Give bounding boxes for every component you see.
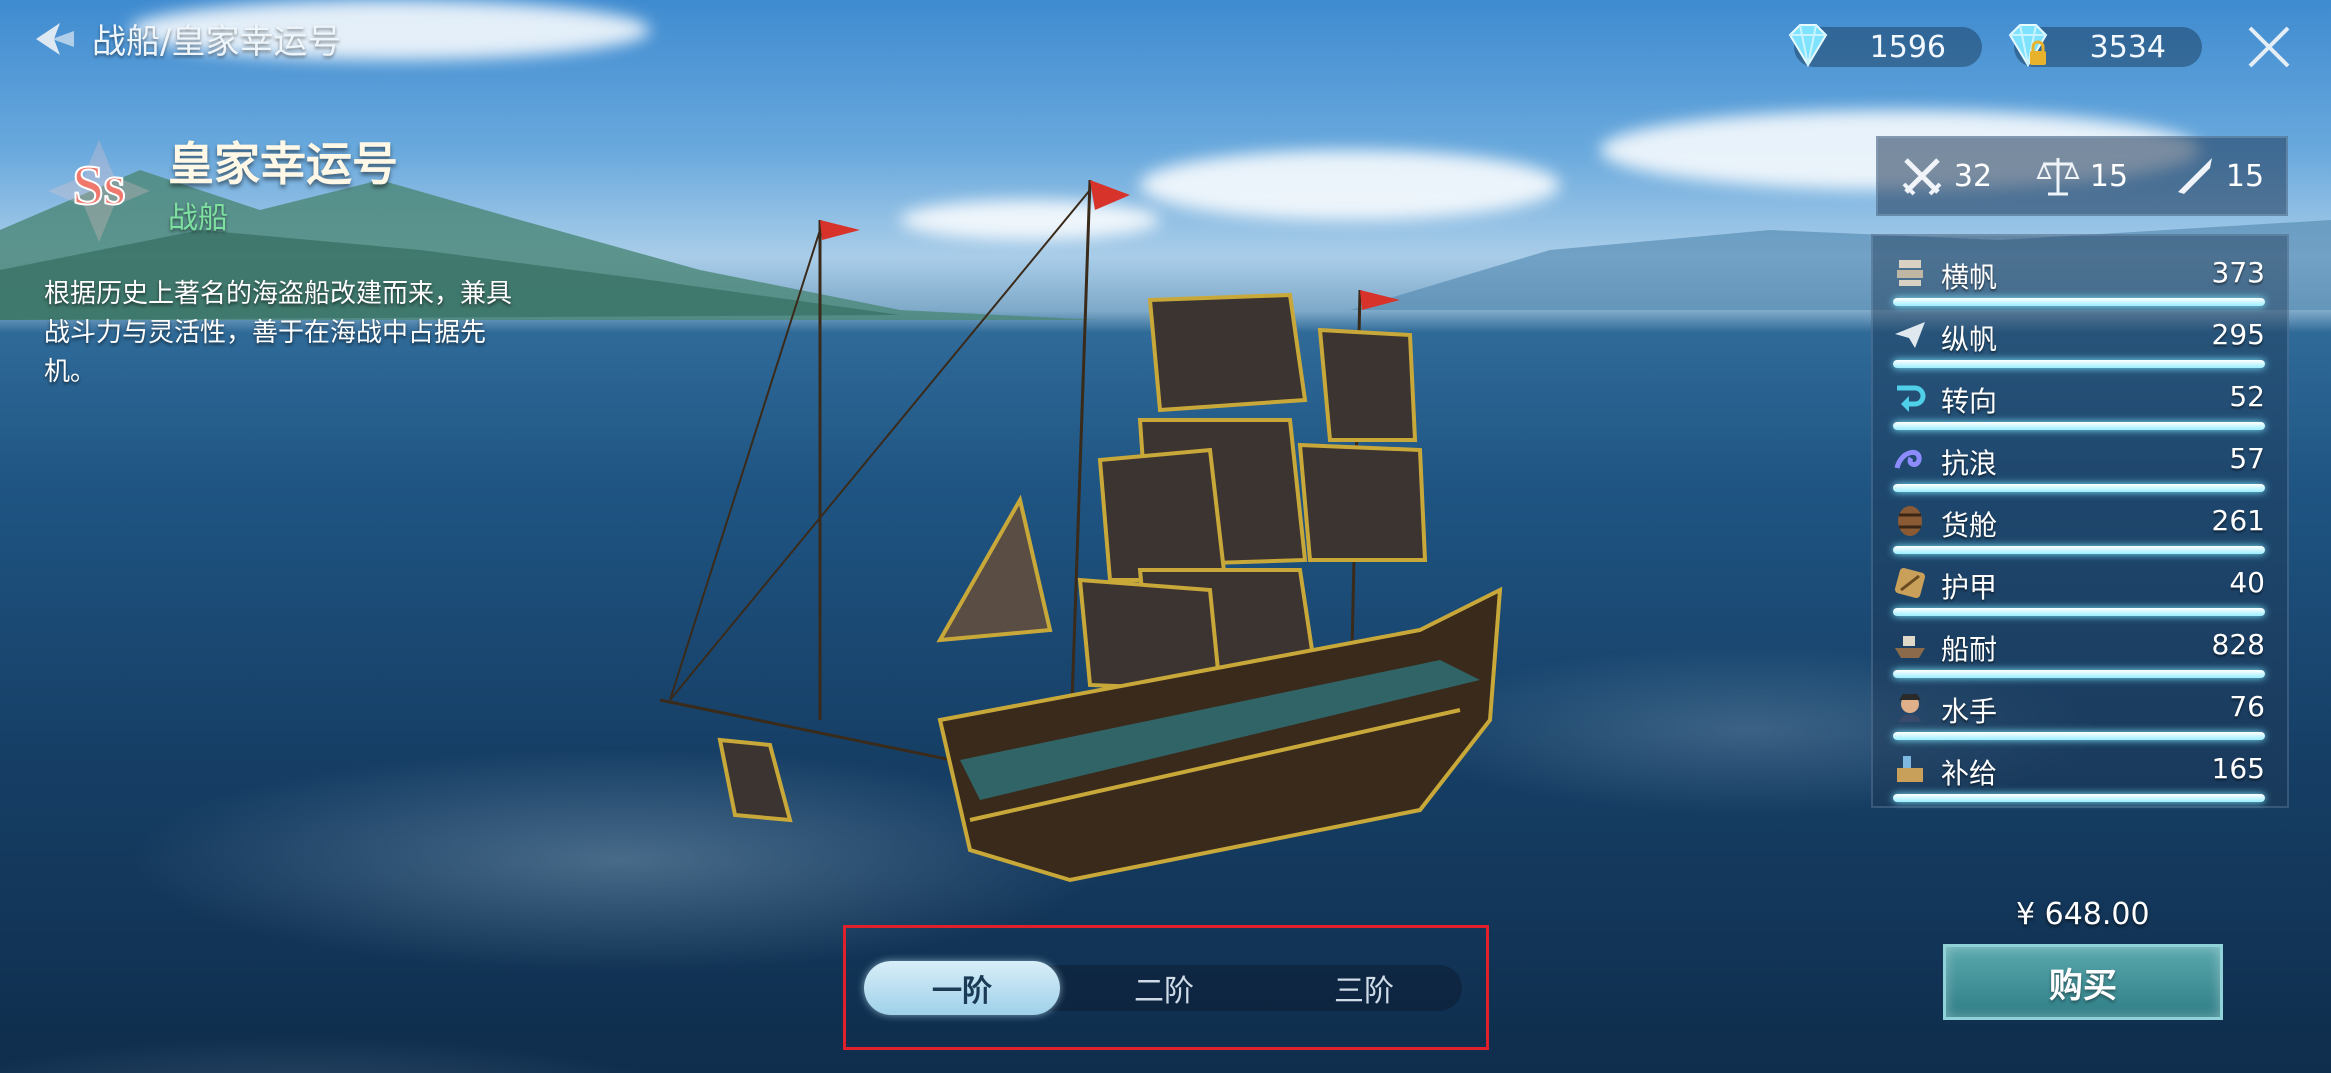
balance-stat: 15: [2036, 154, 2128, 198]
attribute-row: 转向 52: [1883, 370, 2281, 432]
price-label: ¥ 648.00: [2016, 897, 2150, 932]
attribute-row: 船耐 828: [1883, 618, 2281, 680]
back-button[interactable]: 战船/皇家幸运号: [30, 14, 341, 63]
attribute-bar: [1893, 732, 2265, 740]
attribute-row: 补给 165: [1883, 742, 2281, 804]
paper-plane-icon: [1895, 322, 1925, 348]
skill-stat: 15: [2172, 154, 2264, 198]
attribute-row: 货舱 261: [1883, 494, 2281, 556]
tier-track: 一阶 二阶 三阶: [864, 961, 1462, 1015]
ship-hull-icon: [1895, 636, 1925, 658]
tier-2-tab[interactable]: 二阶: [1066, 961, 1262, 1015]
rank-text: Ss: [73, 155, 126, 217]
attribute-row: 纵帆 295: [1883, 308, 2281, 370]
ship-model: [659, 179, 1503, 883]
balance-scale-icon: [2036, 158, 2080, 196]
attribute-bar: [1893, 298, 2265, 306]
attribute-bar: [1893, 360, 2265, 368]
attack-stat: 32: [1900, 154, 1992, 198]
tier-3-tab[interactable]: 三阶: [1266, 961, 1462, 1015]
supply-icon: [1897, 756, 1923, 782]
locked-diamond-icon: [2008, 24, 2048, 67]
balance-value: 15: [2089, 158, 2129, 194]
ship-description: 根据历史上著名的海盗船改建而来，兼具战斗力与灵活性，善于在海战中占据先机。: [44, 279, 513, 387]
tier-selector: 一阶 二阶 三阶: [843, 925, 1489, 1050]
skill-value: 15: [2225, 158, 2265, 194]
turn-arrow-icon: [1897, 385, 1926, 412]
summary-stats: 32 15 15: [1876, 136, 2288, 216]
crossed-swords-icon: [1902, 158, 1942, 196]
tier-1-tab[interactable]: 一阶: [864, 961, 1060, 1015]
attribute-bar: [1893, 794, 2265, 802]
breadcrumb: 战船/皇家幸运号: [92, 22, 342, 62]
attribute-bar: [1893, 484, 2265, 492]
attribute-bar: [1893, 670, 2265, 678]
attack-value: 32: [1953, 158, 1993, 194]
currency-locked-diamond: 3534: [2008, 24, 2202, 67]
ship-type: 战船: [168, 201, 228, 236]
quill-icon: [2177, 158, 2212, 194]
buy-button[interactable]: 购买: [1943, 944, 2223, 1020]
ship-name: 皇家幸运号: [168, 137, 398, 191]
attribute-row: 抗浪 57: [1883, 432, 2281, 494]
square-sail-icon: [1897, 260, 1923, 286]
wave-icon: [1894, 450, 1922, 469]
attribute-bar: [1893, 608, 2265, 616]
attribute-row: 水手 76: [1883, 680, 2281, 742]
rank-badge: Ss: [48, 140, 150, 242]
attribute-row: 护甲 40: [1883, 556, 2281, 618]
sailor-icon: [1899, 694, 1921, 722]
barrel-icon: [1898, 506, 1922, 536]
attribute-row: 横帆 373: [1883, 246, 2281, 308]
locked-diamond-count: 3534: [2089, 29, 2166, 65]
diamond-count: 1596: [1869, 29, 1946, 65]
attribute-bar: [1893, 422, 2265, 430]
attribute-list: 横帆 373 纵帆 295 转向 52 抗浪 57 货舱 261 护甲 40 船…: [1871, 234, 2289, 808]
ship-flags: [820, 180, 1400, 310]
armor-plank-icon: [1894, 567, 1926, 599]
diamond-icon: [1788, 24, 1828, 67]
back-arrow-icon: [36, 22, 74, 55]
currency-diamond: 1596: [1788, 24, 1982, 67]
attribute-bar: [1893, 546, 2265, 554]
close-icon[interactable]: [2244, 22, 2294, 72]
